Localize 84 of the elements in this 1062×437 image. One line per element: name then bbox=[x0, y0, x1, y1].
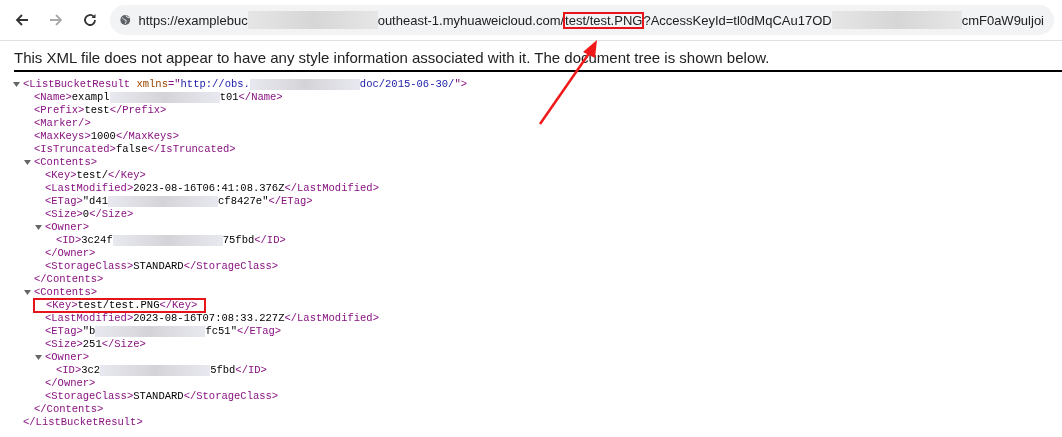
expanded-triangle-icon[interactable] bbox=[12, 80, 21, 89]
xml-tag: <ID> bbox=[56, 364, 82, 377]
element-text: test/test.PNG bbox=[77, 299, 160, 312]
xml-tag: </ID> bbox=[254, 234, 286, 247]
url-text: ?AccessKeyId=tl0dMqCAu17OD bbox=[643, 12, 832, 28]
element-text: "b bbox=[82, 325, 96, 338]
xml-tag: <ListBucketResult bbox=[23, 78, 137, 91]
attribute-value: doc/2015-06-30/ bbox=[359, 78, 455, 91]
back-arrow-icon bbox=[14, 12, 30, 28]
xml-tag: </MaxKeys> bbox=[115, 130, 179, 143]
expanded-triangle-icon[interactable] bbox=[23, 288, 32, 297]
expanded-triangle-icon[interactable] bbox=[34, 353, 43, 362]
xml-tag: </ETag> bbox=[268, 195, 313, 208]
attribute-name: xmlns bbox=[136, 78, 168, 91]
url-text: cmF0aW9uljoi bbox=[961, 12, 1044, 28]
xml-tag: </Prefix> bbox=[109, 104, 167, 117]
forward-arrow-icon bbox=[48, 12, 64, 28]
element-text: fc51" bbox=[205, 325, 237, 338]
xml-tag: <Key> bbox=[45, 169, 77, 182]
xml-tag: </Key> bbox=[108, 169, 146, 182]
xml-tag: </LastModified> bbox=[284, 312, 379, 325]
xml-tag: </StorageClass> bbox=[183, 260, 279, 273]
element-text: 75fbd bbox=[222, 234, 255, 247]
xml-tag: <ID> bbox=[56, 234, 82, 247]
xml-tag: <Prefix> bbox=[34, 104, 85, 117]
xml-tag: <ETag> bbox=[45, 325, 83, 338]
xml-tag: </IsTruncated> bbox=[147, 143, 236, 156]
xml-tag: <Size> bbox=[45, 338, 83, 351]
xml-tag: <StorageClass> bbox=[45, 390, 134, 403]
url-text: https://examplebuc bbox=[138, 12, 248, 28]
xml-tag: <Contents> bbox=[34, 156, 97, 169]
xml-tag: <Marker/> bbox=[34, 117, 91, 130]
expanded-triangle-icon[interactable] bbox=[23, 158, 32, 167]
element-text: exampl bbox=[71, 91, 110, 104]
element-text: test bbox=[84, 104, 110, 117]
xml-tag: </StorageClass> bbox=[183, 390, 279, 403]
xml-tag: <IsTruncated> bbox=[34, 143, 116, 156]
xml-tag: <Owner> bbox=[45, 351, 90, 364]
xml-tag: <StorageClass> bbox=[45, 260, 134, 273]
xml-tag: <Contents> bbox=[34, 286, 97, 299]
element-text: t01 bbox=[219, 91, 239, 104]
xml-tag: </LastModified> bbox=[284, 182, 379, 195]
attribute-value: http://obs. bbox=[180, 78, 250, 91]
element-text: 251 bbox=[82, 338, 102, 351]
element-text: 2023-08-16T07:08:33.227Z bbox=[133, 312, 285, 325]
expanded-triangle-icon[interactable] bbox=[34, 223, 43, 232]
xml-tag: </Size> bbox=[89, 208, 134, 221]
xml-tag: <LastModified> bbox=[45, 312, 134, 325]
xml-tag: </Owner> bbox=[45, 247, 96, 260]
xml-tag: <Size> bbox=[45, 208, 83, 221]
element-text: STANDARD bbox=[133, 390, 184, 403]
element-text: false bbox=[115, 143, 148, 156]
element-text: STANDARD bbox=[133, 260, 184, 273]
xml-tag: </Size> bbox=[101, 338, 146, 351]
element-text: 5fbd bbox=[210, 364, 236, 377]
xml-tag: "> bbox=[454, 78, 467, 91]
element-text: cf8427e" bbox=[218, 195, 269, 208]
xml-tag: <LastModified> bbox=[45, 182, 134, 195]
xml-tag: <ETag> bbox=[45, 195, 83, 208]
element-text: 1000 bbox=[90, 130, 116, 143]
xml-tag: </Contents> bbox=[34, 273, 104, 286]
xml-tag: </Key> bbox=[159, 299, 198, 312]
element-text: 0 bbox=[82, 208, 90, 221]
xml-tag: </ID> bbox=[235, 364, 267, 377]
url-text: outheast-1.myhuaweicloud.com/ bbox=[377, 12, 565, 28]
xml-tag: </ETag> bbox=[236, 325, 282, 338]
element-text: test/ bbox=[76, 169, 109, 182]
element-text: 3c24f bbox=[81, 234, 113, 247]
xml-tag: <MaxKeys> bbox=[34, 130, 91, 143]
xml-tag: </Name> bbox=[238, 91, 283, 104]
url-text: test/test.PNG bbox=[564, 12, 644, 28]
xml-tag: <Name> bbox=[34, 91, 72, 104]
element-text: 3c2 bbox=[81, 364, 101, 377]
xml-tag: =" bbox=[167, 78, 181, 91]
xml-tag: <Key> bbox=[46, 299, 78, 312]
address-bar[interactable]: https://examplebuc outheast-1.myhuaweicloud.com/test/test.PNG?AccessKeyId=tl0dMqCAu17OD cmF0aW9uljoi bbox=[110, 5, 1054, 35]
xml-tag: </Contents> bbox=[34, 403, 104, 416]
xml-tag: <Owner> bbox=[45, 221, 90, 234]
element-text: "d41 bbox=[82, 195, 109, 208]
reload-icon bbox=[82, 12, 98, 28]
element-text: 2023-08-16T06:41:08.376Z bbox=[133, 182, 285, 195]
xml-tag: </ListBucketResult> bbox=[23, 416, 143, 429]
xml-tag: </Owner> bbox=[45, 377, 96, 390]
globe-icon bbox=[120, 13, 131, 27]
